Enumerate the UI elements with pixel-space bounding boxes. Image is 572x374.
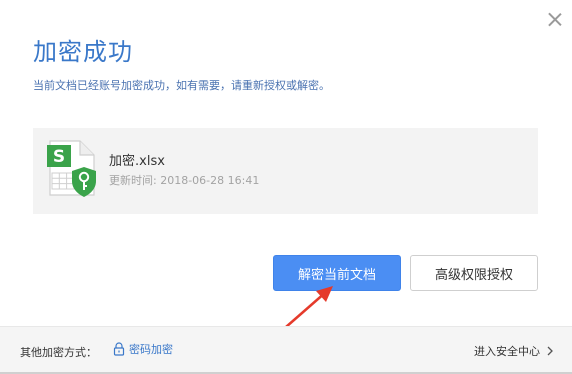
dialog-footer: 其他加密方式： 密码加密 进入安全中心 [0, 326, 572, 374]
dialog-title: 加密成功 [33, 38, 133, 66]
encryption-success-dialog: 加密成功 当前文档已经账号加密成功，如有需要，请重新授权或解密。 S 加密.xl… [0, 0, 572, 374]
other-methods-label: 其他加密方式： [20, 346, 97, 359]
chevron-right-icon [547, 346, 553, 356]
password-encrypt-label: 密码加密 [129, 343, 173, 356]
file-updated-time: 更新时间: 2018-06-28 16:41 [109, 172, 259, 188]
close-icon[interactable] [548, 12, 562, 26]
file-name: 加密.xlsx [109, 154, 165, 169]
advanced-permission-button[interactable]: 高级权限授权 [410, 255, 538, 291]
security-center-link[interactable]: 进入安全中心 [474, 343, 554, 359]
svg-text:S: S [53, 147, 65, 167]
file-time-value: 2018-06-28 16:41 [160, 174, 260, 187]
security-center-label: 进入安全中心 [474, 345, 540, 358]
file-card: S 加密.xlsx 更新时间: 2018-06-28 16:41 [33, 128, 538, 214]
file-time-label: 更新时间: [109, 174, 157, 187]
spreadsheet-lock-icon: S [47, 140, 96, 197]
password-encrypt-link[interactable]: 密码加密 [113, 341, 173, 357]
lock-icon [113, 342, 125, 356]
dialog-subtitle: 当前文档已经账号加密成功，如有需要，请重新授权或解密。 [33, 79, 330, 92]
